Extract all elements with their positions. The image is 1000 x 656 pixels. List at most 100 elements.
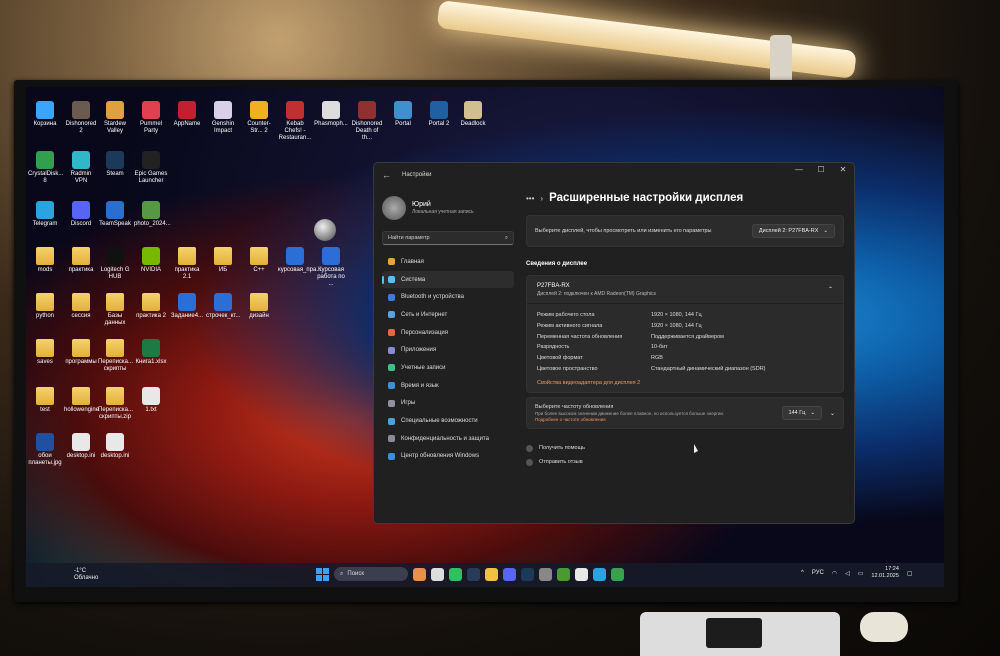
taskbar-search[interactable]: ⌕ Поиск [334, 567, 408, 581]
desktop-icon[interactable]: ИБ [206, 247, 240, 274]
desktop-icon[interactable]: Dishonored 2 [64, 101, 98, 135]
minecraft-icon[interactable] [557, 567, 570, 581]
desktop-icon[interactable]: Переписка... скрипты.zip [98, 387, 133, 421]
desktop-icon[interactable]: Kebab Chefs! - Restauran... [278, 101, 312, 142]
notification-icon[interactable]: ▢ [907, 570, 913, 577]
app-icon [142, 387, 160, 405]
breadcrumb-more-button[interactable]: ••• [526, 194, 534, 203]
desktop-icon[interactable]: Portal 2 [422, 101, 456, 128]
desktop-icon[interactable]: Переписка... скрипты [98, 339, 133, 373]
nav-item[interactable]: Конфиденциальность и защита [382, 430, 514, 448]
desktop-icon[interactable]: строчек_кт... [206, 293, 241, 320]
desktop-icon[interactable]: программы [64, 339, 98, 366]
desktop-icon[interactable]: практика [64, 247, 98, 274]
info-row: Цветовое пространство Стандартный динамич… [537, 363, 833, 374]
get-help-link[interactable]: Получить помощь [526, 441, 844, 455]
desktop-icon[interactable]: desktop.ini [98, 433, 132, 460]
desktop-icon[interactable]: test [28, 387, 62, 414]
task-view-icon[interactable] [431, 567, 444, 581]
desktop-icon[interactable]: TeamSpeak [98, 201, 132, 228]
telegram-icon[interactable] [593, 567, 606, 581]
desktop-icon[interactable]: CrystalDisk... 8 [28, 151, 63, 185]
desktop-icon[interactable]: Базы данных [98, 293, 132, 327]
desktop-icon[interactable]: Telegram [28, 201, 62, 228]
display-info-header[interactable]: P27FBA-RX Дисплей 2: подключен к AMD Rad… [527, 276, 843, 304]
feedback-link[interactable]: Отправить отзыв [526, 455, 844, 469]
expand-chevron-icon[interactable]: ⌄ [830, 410, 835, 417]
desktop-icon[interactable]: hollowengine [64, 387, 99, 414]
wifi-icon[interactable]: ◠ [832, 570, 837, 577]
desktop-icon[interactable]: Stardew Valley [98, 101, 132, 135]
nav-item[interactable]: Главная [382, 253, 514, 271]
nav-item[interactable]: Специальные возможности [382, 412, 514, 430]
desktop-icon[interactable]: AppName [170, 101, 204, 128]
adapter-properties-link[interactable]: Свойства видеоадаптера для дисплея 2 [527, 380, 843, 392]
nav-item[interactable]: Учетные записи [382, 359, 514, 377]
desktop-icon[interactable]: Epic Games Launcher [134, 151, 168, 185]
desktop-icon[interactable]: Phasmoph... [314, 101, 348, 128]
settings-icon[interactable] [539, 567, 552, 581]
desktop-icon[interactable]: C++ [242, 247, 276, 274]
file-explorer-icon[interactable] [485, 567, 498, 581]
nav-item[interactable]: Система [382, 270, 514, 289]
chrome-icon[interactable] [575, 567, 588, 581]
app-icon[interactable] [467, 567, 480, 581]
desktop-icon[interactable]: Discord [64, 201, 98, 228]
desktop-icon[interactable]: Dishonored Death of th... [350, 101, 384, 142]
desktop-icon[interactable]: Radmin VPN [64, 151, 98, 185]
desktop-icon[interactable]: Deadlock [456, 101, 490, 128]
nav-item[interactable]: Bluetooth и устройства [382, 288, 514, 306]
desktop-icon[interactable]: Counter-Str... 2 [242, 101, 276, 135]
nav-item[interactable]: Персонализация [382, 324, 514, 342]
desktop-icon[interactable]: photo_2024... [134, 201, 171, 228]
desktop-icon[interactable]: Корзина [28, 101, 62, 128]
desktop-icon[interactable]: практика 2.1 [170, 247, 204, 281]
back-arrow-icon[interactable]: ← [382, 170, 396, 180]
discord-icon[interactable] [503, 567, 516, 581]
desktop-icon[interactable]: Курсовая работа по ... [314, 247, 348, 288]
close-button[interactable]: ✕ [832, 163, 854, 177]
desktop-icon[interactable]: Logitech G HUB [98, 247, 132, 281]
desktop-icon[interactable]: обои планеты.jpg [28, 433, 62, 467]
desktop-icon[interactable]: практика 2 [134, 293, 168, 320]
refresh-rate-link[interactable]: Подробнее о частоте обновления [535, 417, 606, 422]
nav-item[interactable]: Время и язык [382, 377, 514, 395]
desktop-icon[interactable]: python [28, 293, 62, 320]
maximize-button[interactable]: ☐ [810, 163, 832, 177]
display-select-dropdown[interactable]: Дисплей 2: P27FBA-RX ⌄ [751, 224, 835, 238]
desktop-icon[interactable]: mods [28, 247, 62, 274]
language-indicator[interactable]: РУС [812, 570, 824, 576]
desktop-icon[interactable]: Книга1.xlsx [134, 339, 168, 366]
desktop-icon[interactable]: Genshin Impact [206, 101, 240, 135]
start-button[interactable] [316, 567, 329, 581]
nav-item[interactable]: Приложения [382, 341, 514, 359]
app-icon[interactable] [449, 567, 462, 581]
widget-icon[interactable] [413, 567, 426, 581]
desktop-icon[interactable]: saves [28, 339, 62, 366]
battery-icon[interactable]: ▭ [858, 570, 864, 577]
desktop-icon[interactable]: сессия [64, 293, 98, 320]
desktop-icon[interactable]: Задание4... [170, 293, 204, 320]
chevron-up-icon[interactable]: ^ [801, 570, 804, 576]
clock[interactable]: 17:24 12.01.2025 [871, 566, 899, 580]
weather-widget[interactable]: -1°C Облачно [74, 568, 98, 582]
nav-item[interactable]: Центр обновления Windows [382, 448, 514, 466]
desktop-icon[interactable]: Portal [386, 101, 420, 128]
taskbar: -1°C Облачно ⌕ Поиск ^ РУС ◠ ◁ ▭ 17:24 1… [26, 563, 944, 587]
nav-item[interactable]: Игры [382, 395, 514, 413]
minimize-button[interactable]: — [788, 163, 810, 177]
app-icon[interactable] [611, 567, 624, 581]
refresh-rate-dropdown[interactable]: 144 Гц ⌄ [781, 406, 822, 421]
volume-icon[interactable]: ◁ [845, 570, 850, 577]
desktop-icon[interactable]: NVIDIA [134, 247, 168, 274]
nav-item[interactable]: Сеть и Интернет [382, 306, 514, 324]
desktop-icon[interactable]: Steam [98, 151, 132, 178]
desktop-icon[interactable]: desktop.ini [64, 433, 98, 460]
search-input[interactable]: Найти параметр ⌕ [382, 231, 514, 245]
profile[interactable]: Юрий Локальная учетная запись [382, 191, 514, 225]
desktop-icon[interactable]: Pummel Party [134, 101, 168, 135]
desktop-icon[interactable]: курсовая_пра... [278, 247, 321, 274]
desktop-icon[interactable]: дизайн [242, 293, 276, 320]
desktop-icon[interactable]: 1.txt [134, 387, 168, 414]
steam-icon[interactable] [521, 567, 534, 581]
